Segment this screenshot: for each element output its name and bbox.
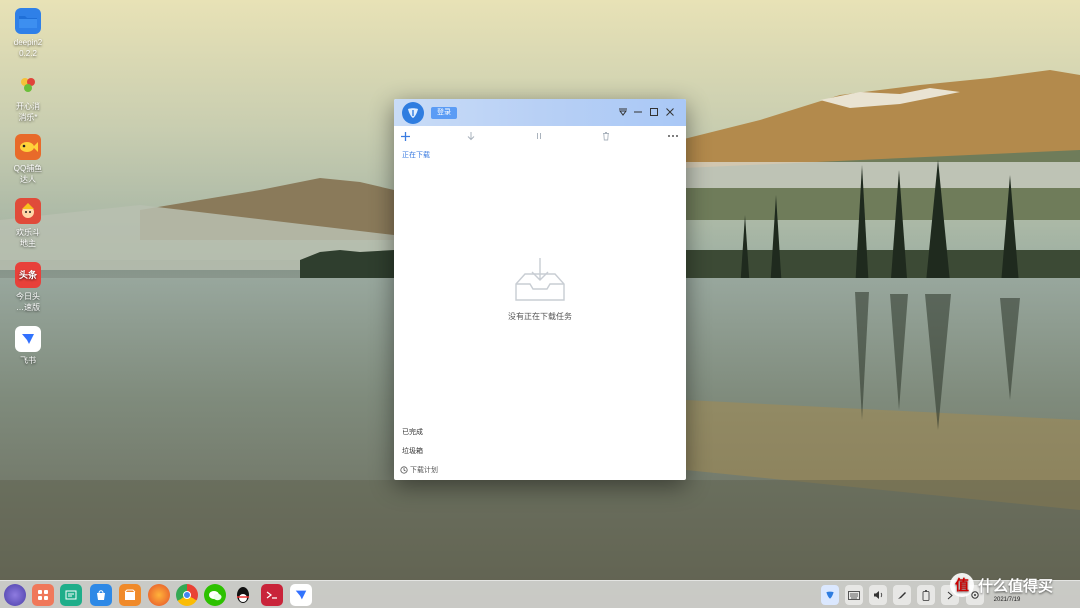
- desktop-icon-label: 开心消 消乐*: [16, 102, 40, 122]
- desktop-icon-label: QQ捕鱼 达人: [13, 164, 43, 184]
- pause-icon[interactable]: [532, 129, 546, 143]
- feishu-dock-icon[interactable]: [290, 584, 312, 606]
- wechat-icon[interactable]: [204, 584, 226, 606]
- start-download-icon[interactable]: [464, 129, 478, 143]
- maximize-icon[interactable]: [647, 105, 661, 119]
- firefox-icon[interactable]: [148, 584, 170, 606]
- pen-icon[interactable]: [893, 585, 911, 605]
- desktop-icon-qq-fishing[interactable]: QQ捕鱼 达人: [6, 134, 50, 185]
- app-logo-icon: [402, 102, 424, 124]
- desktop-icon-feishu[interactable]: 飞书: [6, 326, 50, 366]
- tab-completed[interactable]: 已完成: [402, 427, 423, 437]
- empty-inbox-icon: [515, 258, 565, 301]
- desktop-icon-deepin-folder[interactable]: deepin2 0.2.2: [6, 8, 50, 59]
- empty-state-text: 没有正在下载任务: [508, 312, 572, 321]
- dock: 2021/7/19: [0, 580, 1080, 608]
- desktop-icon-label: 欢乐斗 地主: [16, 228, 40, 248]
- download-plan-label: 下载计划: [410, 467, 438, 474]
- apps-grid-icon[interactable]: [32, 584, 54, 606]
- desktop-icon-label: 今日头 …速版: [16, 292, 40, 312]
- login-button[interactable]: 登录: [431, 107, 457, 119]
- app-store-icon[interactable]: [119, 584, 141, 606]
- feishu-icon: [15, 326, 41, 352]
- desktop-icon-happy-match[interactable]: 开心消 消乐*: [6, 72, 50, 123]
- desktop-icon-landlord[interactable]: 欢乐斗 地主: [6, 198, 50, 249]
- qq-fishing-icon: [15, 134, 41, 160]
- qq-icon[interactable]: [232, 584, 254, 606]
- add-task-icon[interactable]: [398, 129, 412, 143]
- minimize-icon[interactable]: [631, 105, 645, 119]
- delete-icon[interactable]: [599, 129, 613, 143]
- folder-icon: [15, 8, 41, 34]
- more-icon[interactable]: [666, 129, 680, 143]
- close-icon[interactable]: [663, 105, 677, 119]
- desktop-icon-label: deepin2 0.2.2: [13, 38, 43, 58]
- volume-icon[interactable]: [869, 585, 887, 605]
- menu-icon[interactable]: [616, 105, 630, 119]
- downloader-tray-icon[interactable]: [821, 585, 839, 605]
- title-bar[interactable]: 登录: [394, 99, 686, 126]
- store-icon[interactable]: [90, 584, 112, 606]
- tab-downloading[interactable]: 正在下载: [402, 150, 430, 160]
- watermark-text: 什么值得买: [978, 577, 1054, 595]
- chrome-icon[interactable]: [176, 584, 198, 606]
- downloader-window: 登录 正在下载 没有正在下载任务 已完成 垃圾箱 下载计划: [394, 99, 686, 480]
- battery-icon[interactable]: [917, 585, 935, 605]
- watermark: 值 什么值得买: [950, 570, 1053, 600]
- toutiao-icon: 头条: [15, 262, 41, 288]
- launcher-icon[interactable]: [4, 584, 26, 606]
- desktop-icon-toutiao[interactable]: 头条 今日头 …速版: [6, 262, 50, 313]
- toolbar: [394, 126, 686, 146]
- file-manager-icon[interactable]: [60, 584, 82, 606]
- watermark-logo-icon: 值: [950, 573, 974, 597]
- clock-icon: [400, 466, 408, 474]
- landlord-game-icon: [15, 198, 41, 224]
- desktop-icon-label: 飞书: [20, 356, 36, 365]
- keyboard-icon[interactable]: [845, 585, 863, 605]
- terminal-icon[interactable]: [261, 584, 283, 606]
- tab-trash[interactable]: 垃圾箱: [402, 446, 423, 456]
- download-plan-button[interactable]: 下载计划: [400, 465, 438, 475]
- happy-match-icon: [15, 72, 41, 98]
